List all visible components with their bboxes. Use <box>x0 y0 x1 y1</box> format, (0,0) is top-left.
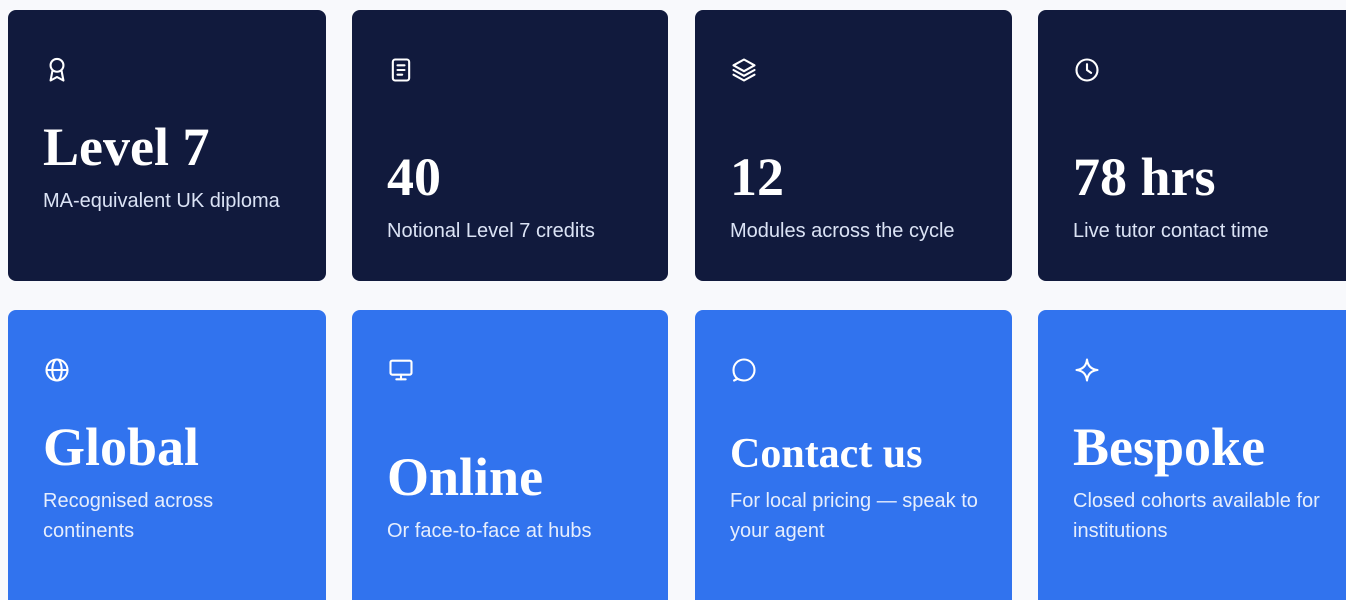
stat-value: 40 <box>387 147 441 207</box>
feature-value: Online <box>387 447 544 507</box>
feature-description: For local pricing — speak to your agent <box>730 490 978 542</box>
document-icon <box>387 56 415 84</box>
stat-card-level: Level 7 MA-equivalent UK diploma <box>8 10 326 281</box>
layers-icon <box>730 56 758 84</box>
clock-icon <box>1073 56 1101 84</box>
feature-card-global: Global Recognised across continents <box>8 310 326 600</box>
feature-value: Global <box>43 417 200 477</box>
award-icon <box>43 56 71 84</box>
stat-value: 12 <box>730 147 784 207</box>
globe-icon <box>43 356 71 384</box>
stat-card-hours: 78 hrs Live tutor contact time <box>1038 10 1346 281</box>
feature-value: Contact us <box>730 431 923 477</box>
stat-description: Modules across the cycle <box>730 220 955 242</box>
feature-card-contact: Contact us For local pricing — speak to … <box>695 310 1012 600</box>
monitor-icon <box>387 356 415 384</box>
stat-description: Notional Level 7 credits <box>387 220 595 242</box>
stat-value: 78 hrs <box>1073 147 1216 207</box>
feature-description: Recognised across continents <box>43 490 214 542</box>
stat-description: Live tutor contact time <box>1073 220 1269 242</box>
stat-card-modules: 12 Modules across the cycle <box>695 10 1012 281</box>
chat-bubble-icon <box>730 356 758 384</box>
feature-description: Or face-to-face at hubs <box>387 520 592 542</box>
stat-value: Level 7 <box>43 117 210 177</box>
stat-card-credits: 40 Notional Level 7 credits <box>352 10 668 281</box>
stat-description: MA-equivalent UK diploma <box>43 190 280 212</box>
sparkle-icon <box>1073 356 1101 384</box>
feature-value: Bespoke <box>1073 417 1266 477</box>
feature-description: Closed cohorts available for institution… <box>1073 490 1320 542</box>
feature-card-online: Online Or face-to-face at hubs <box>352 310 668 600</box>
feature-card-bespoke: Bespoke Closed cohorts available for ins… <box>1038 310 1346 600</box>
